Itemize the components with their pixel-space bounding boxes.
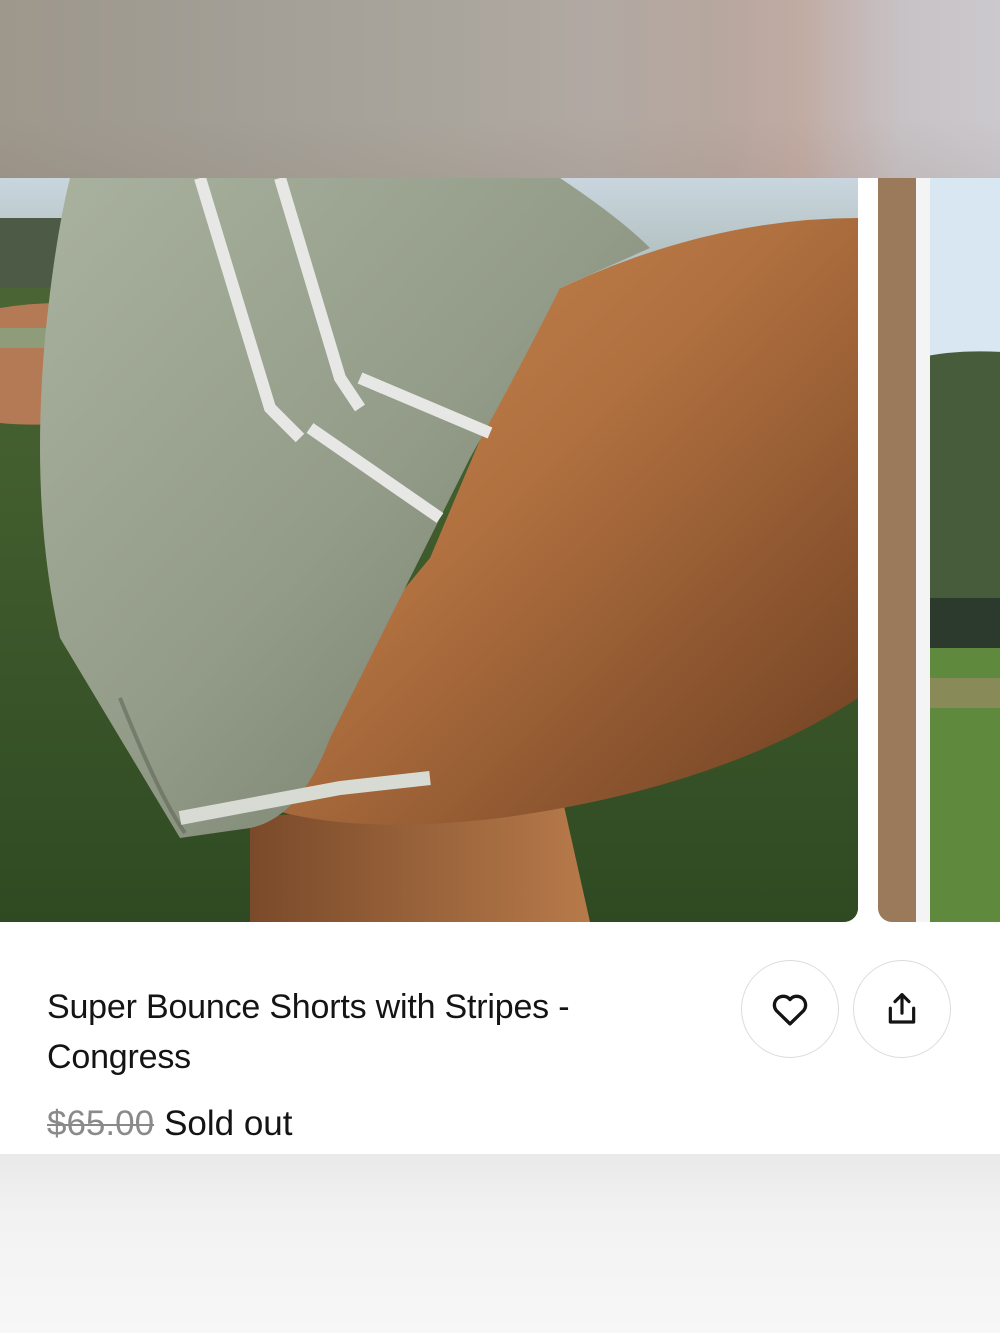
product-image-main[interactable]: [0, 178, 858, 922]
product-image-carousel[interactable]: [0, 178, 1000, 922]
blurred-header: [0, 0, 1000, 178]
product-title: Super Bounce Shorts with Stripes - Congr…: [47, 988, 570, 1076]
wishlist-button[interactable]: [741, 960, 839, 1058]
share-icon: [888, 993, 916, 1024]
price-row: $65.00 Sold out: [47, 1102, 293, 1146]
share-button[interactable]: [853, 960, 951, 1058]
product-photo-next: [878, 178, 1000, 922]
original-price: $65.00: [47, 1104, 155, 1143]
heart-icon: [772, 994, 808, 1026]
product-image-next[interactable]: [878, 178, 1000, 922]
product-info: Super Bounce Shorts with Stripes - Congr…: [0, 922, 1000, 1154]
bottom-blur: [0, 1154, 1000, 1333]
sold-out-label: Sold out: [164, 1104, 293, 1143]
product-photo: [0, 178, 858, 922]
